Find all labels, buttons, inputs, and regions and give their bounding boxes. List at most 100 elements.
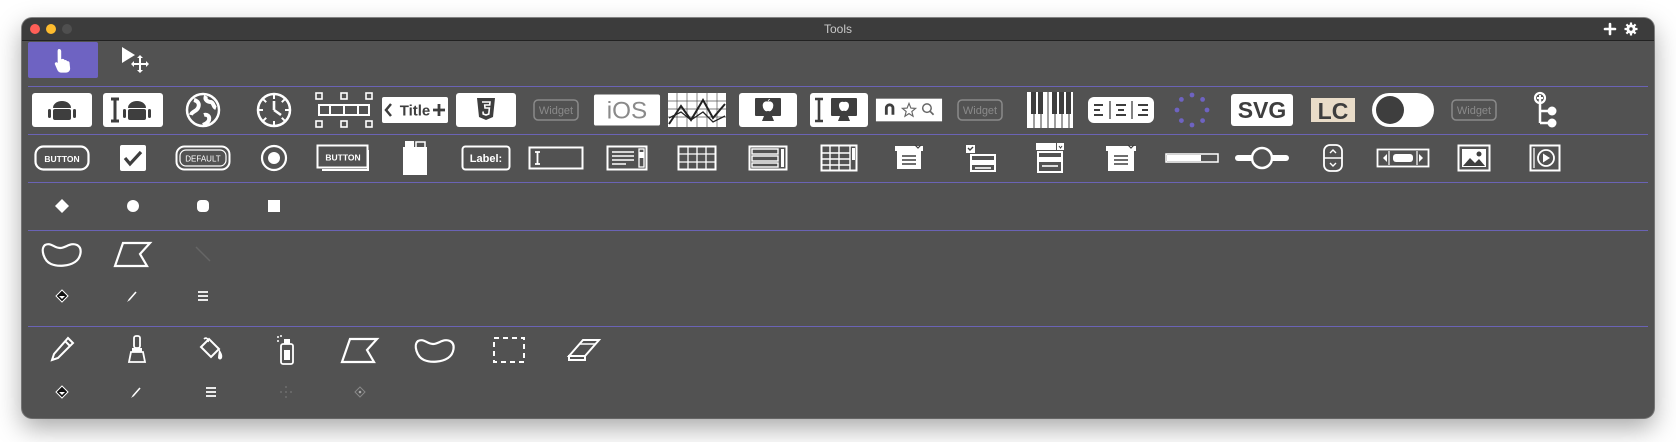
mac-field[interactable]: [805, 87, 873, 133]
paint-tools-row: [28, 327, 1648, 373]
browse-tool[interactable]: [28, 42, 98, 78]
scrolling-field-icon: [606, 145, 648, 171]
piano-widget[interactable]: [1016, 87, 1084, 133]
clock[interactable]: [240, 87, 308, 133]
vector-options-row: [28, 274, 1648, 318]
data-grid[interactable]: [805, 135, 873, 181]
select-tool[interactable]: [475, 327, 543, 373]
widget-placeholder-2[interactable]: Widget: [946, 87, 1014, 133]
paint-curve-tool[interactable]: [401, 327, 469, 373]
brush-option[interactable]: [326, 370, 394, 414]
progress-bar[interactable]: [1158, 135, 1226, 181]
widget-tools-row: Title Widget iOS Widget SVG LC Widget: [28, 87, 1648, 133]
checkbox[interactable]: [99, 135, 167, 181]
line-icon: [195, 246, 211, 262]
radio-button[interactable]: [240, 135, 308, 181]
spray-tool[interactable]: [252, 327, 320, 373]
diamond-marker[interactable]: [28, 183, 96, 229]
widget-placeholder-3-label: Widget: [1457, 105, 1491, 117]
clock-icon: [256, 92, 292, 128]
image-icon: [1457, 144, 1491, 172]
widget-badge-icon: Widget: [1451, 99, 1497, 121]
fill-option[interactable]: [28, 274, 96, 318]
popup-menu-icon: [1106, 144, 1136, 171]
rounded-square-icon: [197, 200, 210, 212]
plus-icon[interactable]: [1602, 21, 1618, 37]
scrolling-field[interactable]: [593, 135, 661, 181]
paint-line-width-option[interactable]: [177, 370, 245, 414]
label-field[interactable]: Label:: [452, 135, 520, 181]
pointer-tools-row: [28, 42, 1648, 84]
curve-tool[interactable]: [28, 231, 96, 277]
mac-monitor-icon: [739, 93, 797, 127]
list-field[interactable]: [734, 135, 802, 181]
android-button[interactable]: [28, 87, 96, 133]
mac-field-icon: [809, 93, 868, 127]
eraser-tool[interactable]: [550, 327, 618, 373]
slider[interactable]: [1228, 135, 1296, 181]
little-arrows[interactable]: [1299, 135, 1367, 181]
paint-stroke-option[interactable]: [103, 370, 171, 414]
push-button-label: BUTTON: [44, 154, 79, 164]
table-field[interactable]: [663, 135, 731, 181]
checkbox-icon: [119, 145, 146, 171]
pulldown-menu[interactable]: [875, 135, 943, 181]
option-menu-icon: [965, 145, 996, 172]
html5-widget[interactable]: [452, 87, 520, 133]
brush-tool[interactable]: [103, 327, 171, 373]
widget-placeholder-3[interactable]: Widget: [1440, 87, 1508, 133]
player[interactable]: [1511, 135, 1579, 181]
progress-bar-icon: [1164, 153, 1219, 163]
option-menu[interactable]: [946, 135, 1014, 181]
segmented-widget[interactable]: [310, 87, 378, 133]
bucket-tool[interactable]: [177, 327, 245, 373]
rounded-marker[interactable]: [169, 183, 237, 229]
polygon-tool[interactable]: [99, 231, 167, 277]
circle-marker[interactable]: [99, 183, 167, 229]
tree-view-widget[interactable]: [1511, 87, 1579, 133]
pencil-tool[interactable]: [28, 327, 96, 373]
push-button[interactable]: BUTTON: [28, 135, 96, 181]
switch-widget[interactable]: [1369, 87, 1437, 133]
android-field[interactable]: [99, 87, 167, 133]
navigation-bar[interactable]: Title: [381, 87, 449, 133]
stroke-option[interactable]: [99, 274, 167, 318]
text-align-widget[interactable]: [1087, 87, 1155, 133]
browser[interactable]: [169, 87, 237, 133]
widget-placeholder-1[interactable]: Widget: [522, 87, 590, 133]
default-button[interactable]: DEFAULT: [169, 135, 237, 181]
line-width-option[interactable]: [169, 274, 237, 318]
combo-box[interactable]: [1016, 135, 1084, 181]
livecode-widget[interactable]: LC: [1299, 87, 1367, 133]
widget-badge-icon: Widget: [533, 99, 579, 121]
widget-placeholder-1-label: Widget: [539, 105, 573, 117]
text-field[interactable]: [522, 135, 590, 181]
search-rating[interactable]: [875, 87, 943, 133]
list-field-icon: [748, 145, 788, 171]
rectangle-button-label: BUTTON: [326, 153, 361, 163]
tools-palette-window: Tools Title Widget iOS Widget SVG LC Widget BU…: [22, 18, 1654, 418]
gear-icon[interactable]: [1623, 21, 1639, 37]
tab-panel[interactable]: [381, 135, 449, 181]
default-button-icon: DEFAULT: [175, 145, 231, 171]
graph-widget[interactable]: [663, 87, 731, 133]
paint-polygon-tool[interactable]: [326, 327, 394, 373]
spray-dots-icon: [279, 386, 292, 398]
svg-widget[interactable]: SVG: [1228, 87, 1296, 133]
mac-native[interactable]: [734, 87, 802, 133]
square-marker[interactable]: [240, 183, 308, 229]
rectangle-button[interactable]: BUTTON: [310, 135, 378, 181]
window-title: Tools: [823, 22, 852, 36]
image[interactable]: [1440, 135, 1508, 181]
control-tools-row: BUTTON DEFAULT BUTTON Label:: [28, 135, 1648, 181]
line-tool[interactable]: [169, 231, 237, 277]
popup-menu[interactable]: [1087, 135, 1155, 181]
ios-widget[interactable]: iOS: [593, 87, 661, 133]
diamond-icon: [55, 199, 69, 213]
spray-option[interactable]: [252, 370, 320, 414]
scrollbar[interactable]: [1369, 135, 1437, 181]
paint-fill-option[interactable]: [28, 370, 96, 414]
edit-tool[interactable]: [100, 42, 170, 78]
spinner-widget[interactable]: [1158, 87, 1226, 133]
line-width-icon: [198, 291, 209, 301]
